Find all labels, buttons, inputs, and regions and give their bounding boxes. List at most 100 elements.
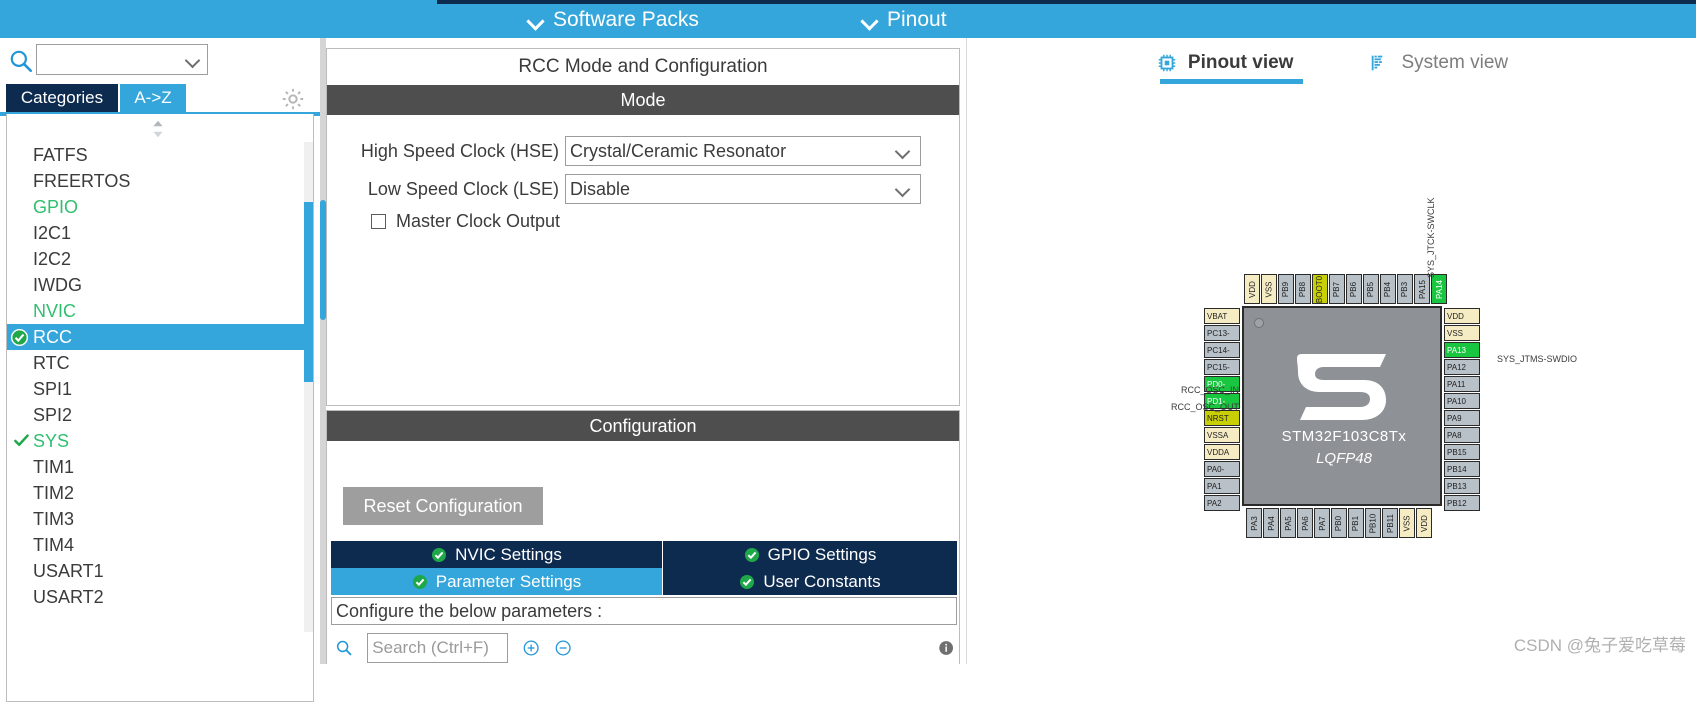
chip-pin-pb14[interactable]: PB14 xyxy=(1444,461,1480,477)
chip-pin-pb15[interactable]: PB15 xyxy=(1444,444,1480,460)
sidebar-item-tim3[interactable]: TIM3 xyxy=(7,506,313,532)
lse-select[interactable]: Disable xyxy=(565,174,921,204)
reset-configuration-button[interactable]: Reset Configuration xyxy=(343,487,543,525)
chip-pin-pa12[interactable]: PA12 xyxy=(1444,359,1480,375)
chip-pin-pa2[interactable]: PA2 xyxy=(1204,495,1240,511)
chip-diagram[interactable]: VDD VSS PB9 PB8 BOOT0 PB7 PB6 PB5 PB4 PB3 PA15 PA14… xyxy=(967,38,1696,664)
chevron-down-icon[interactable] xyxy=(896,183,910,197)
chip-pin-nrst[interactable]: NRST xyxy=(1204,410,1240,426)
sort-spinner-icon[interactable] xyxy=(147,118,169,140)
sidebar-item-rtc[interactable]: RTC xyxy=(7,350,313,376)
sidebar-scrollbar-thumb[interactable] xyxy=(304,202,313,382)
tab-nvic-settings[interactable]: NVIC Settings xyxy=(331,541,663,568)
sidebar-item-i2c2[interactable]: I2C2 xyxy=(7,246,313,272)
chip-pin-pa1[interactable]: PA1 xyxy=(1204,478,1240,494)
search-icon[interactable] xyxy=(8,48,34,74)
chip-pin-pa7[interactable]: PA7 xyxy=(1314,508,1330,538)
menu-software-packs[interactable]: Software Packs xyxy=(528,6,699,34)
configuration-box: Configuration Reset Configuration NVIC S… xyxy=(326,410,960,664)
chip-pin-label: PA1 xyxy=(1207,481,1222,491)
sidebar-item-gpio[interactable]: GPIO xyxy=(7,194,313,220)
chip-pin-pb3[interactable]: PB3 xyxy=(1397,274,1413,304)
search-combo[interactable] xyxy=(36,44,208,75)
sidebar-item-nvic[interactable]: NVIC xyxy=(7,298,313,324)
search-icon[interactable] xyxy=(335,637,353,659)
chip-pin-pc15[interactable]: PC15- xyxy=(1204,359,1240,375)
parameter-search-input[interactable]: Search (Ctrl+F) xyxy=(367,633,509,663)
peripheral-list[interactable]: FATFS FREERTOS GPIO I2C1 I2C2 IWDG NVIC RCC RTC S… xyxy=(6,114,314,702)
expand-all-icon[interactable] xyxy=(522,637,540,659)
chip-pin-vbat[interactable]: VBAT xyxy=(1204,308,1240,324)
chip-pin-pa14[interactable]: PA14 xyxy=(1431,274,1447,304)
chip-pin-vss[interactable]: VSS xyxy=(1444,325,1480,341)
chip-pin-vdda[interactable]: VDDA xyxy=(1204,444,1240,460)
chip-pin-pa8[interactable]: PA8 xyxy=(1444,427,1480,443)
chip-pin-pb11[interactable]: PB11 xyxy=(1382,508,1398,538)
chip-pin-pa13[interactable]: PA13 xyxy=(1444,342,1480,358)
collapse-all-icon[interactable] xyxy=(554,637,572,659)
chip-pin-pa4[interactable]: PA4 xyxy=(1263,508,1279,538)
tab-a-to-z[interactable]: A->Z xyxy=(120,84,186,112)
sidebar-item-iwdg[interactable]: IWDG xyxy=(7,272,313,298)
st-logo-icon xyxy=(1297,354,1386,420)
hse-select[interactable]: Crystal/Ceramic Resonator xyxy=(565,136,921,166)
chip-pin-pa11[interactable]: PA11 xyxy=(1444,376,1480,392)
chip-part-number: STM32F103C8Tx xyxy=(1281,428,1407,445)
sidebar-item-rcc[interactable]: RCC xyxy=(7,324,313,350)
chip-pin-pb12[interactable]: PB12 xyxy=(1444,495,1480,511)
tab-parameter-settings[interactable]: Parameter Settings xyxy=(331,568,663,595)
sidebar-scrollbar-track[interactable] xyxy=(304,142,313,632)
tab-gpio-settings[interactable]: GPIO Settings xyxy=(663,541,957,568)
chip-pin-pa15[interactable]: PA15 xyxy=(1414,274,1430,304)
sidebar-item-sys[interactable]: SYS xyxy=(7,428,313,454)
menu-pinout[interactable]: Pinout xyxy=(862,6,947,34)
sidebar-item-tim1[interactable]: TIM1 xyxy=(7,454,313,480)
chip-pin-boot0[interactable]: BOOT0 xyxy=(1312,274,1328,304)
chip-pin-vss[interactable]: VSS xyxy=(1261,274,1277,304)
sidebar-item-usart1[interactable]: USART1 xyxy=(7,558,313,584)
chip-pin-label: PB0 xyxy=(1334,515,1344,531)
chip-pin-pb4[interactable]: PB4 xyxy=(1380,274,1396,304)
chip-pin-pb9[interactable]: PB9 xyxy=(1278,274,1294,304)
sidebar-item-tim2[interactable]: TIM2 xyxy=(7,480,313,506)
chip-pin-pc13[interactable]: PC13- xyxy=(1204,325,1240,341)
chip-pin-vssa[interactable]: VSSA xyxy=(1204,427,1240,443)
sidebar-item-i2c1[interactable]: I2C1 xyxy=(7,220,313,246)
chip-pin-vdd[interactable]: VDD xyxy=(1416,508,1432,538)
sidebar-item-freertos[interactable]: FREERTOS xyxy=(7,168,313,194)
chip-pin-pc14[interactable]: PC14- xyxy=(1204,342,1240,358)
configuration-tab-grid: NVIC Settings GPIO Settings Parameter Se… xyxy=(331,541,957,595)
search-input[interactable] xyxy=(37,46,177,73)
chip-pin-pa3[interactable]: PA3 xyxy=(1246,508,1262,538)
sidebar-item-tim4[interactable]: TIM4 xyxy=(7,532,313,558)
sidebar-item-fatfs[interactable]: FATFS xyxy=(7,142,313,168)
chip-pin-vss[interactable]: VSS xyxy=(1399,508,1415,538)
chevron-down-icon[interactable] xyxy=(186,54,200,68)
chip-pin-pa6[interactable]: PA6 xyxy=(1297,508,1313,538)
master-clock-output-checkbox[interactable] xyxy=(371,214,386,229)
chip-pin-pb0[interactable]: PB0 xyxy=(1331,508,1347,538)
chip-pin-pa0[interactable]: PA0- xyxy=(1204,461,1240,477)
chip-pin-pb13[interactable]: PB13 xyxy=(1444,478,1480,494)
info-icon[interactable] xyxy=(937,637,955,659)
chevron-down-icon[interactable] xyxy=(896,145,910,159)
tab-user-constants[interactable]: User Constants xyxy=(663,568,957,595)
chip-pin-vdd[interactable]: VDD xyxy=(1444,308,1480,324)
chip-pin-pb6[interactable]: PB6 xyxy=(1346,274,1362,304)
chip-pin-pb5[interactable]: PB5 xyxy=(1363,274,1379,304)
chip-pin-pa5[interactable]: PA5 xyxy=(1280,508,1296,538)
chip-pin-pa10[interactable]: PA10 xyxy=(1444,393,1480,409)
chip-pin-pb7[interactable]: PB7 xyxy=(1329,274,1345,304)
chip-pin-label: PB6 xyxy=(1349,281,1359,297)
master-clock-output-row[interactable]: Master Clock Output xyxy=(371,211,560,232)
chip-pin-pb10[interactable]: PB10 xyxy=(1365,508,1381,538)
sidebar-item-spi2[interactable]: SPI2 xyxy=(7,402,313,428)
chip-pin-vdd[interactable]: VDD xyxy=(1244,274,1260,304)
chip-pin-label: PB15 xyxy=(1447,447,1467,457)
chip-pin-pb1[interactable]: PB1 xyxy=(1348,508,1364,538)
sidebar-item-usart2[interactable]: USART2 xyxy=(7,584,313,610)
chip-pin-pa9[interactable]: PA9 xyxy=(1444,410,1480,426)
tab-categories[interactable]: Categories xyxy=(6,84,118,112)
sidebar-item-spi1[interactable]: SPI1 xyxy=(7,376,313,402)
chip-pin-pb8[interactable]: PB8 xyxy=(1295,274,1311,304)
